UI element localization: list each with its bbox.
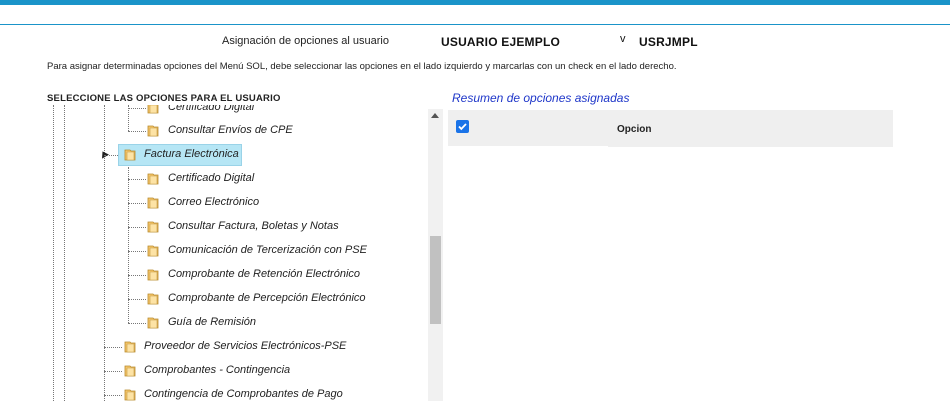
summary-table-header bbox=[448, 110, 893, 147]
tree-node-consultar-factura[interactable]: Consultar Factura, Boletas y Notas bbox=[40, 216, 420, 238]
tree-node-label: Certificado Digital bbox=[168, 105, 255, 113]
tree-connector bbox=[128, 179, 146, 180]
folder-icon bbox=[124, 389, 136, 401]
tree-node-label: Contingencia de Comprobantes de Pago bbox=[144, 388, 343, 400]
select-all-checkbox[interactable] bbox=[456, 120, 469, 133]
tree-node-label: Correo Electrónico bbox=[168, 196, 260, 208]
instructions-text: Para asignar determinadas opciones del M… bbox=[47, 61, 677, 72]
folder-icon bbox=[147, 197, 159, 209]
folder-icon bbox=[124, 365, 136, 377]
tree-node-consultar-envios-cpe[interactable]: Consultar Envíos de CPE bbox=[40, 120, 420, 142]
tree-node-label: Guía de Remisión bbox=[168, 316, 257, 328]
collapse-arrow-icon[interactable] bbox=[99, 149, 109, 159]
folder-icon bbox=[124, 149, 136, 161]
tree-node-label: Proveedor de Servicios Electrónicos-PSE bbox=[144, 340, 347, 352]
tree-node-correo-electronico[interactable]: Correo Electrónico bbox=[40, 192, 420, 214]
tree-connector bbox=[128, 251, 146, 252]
tree-connector bbox=[104, 155, 118, 156]
assign-label: Asignación de opciones al usuario bbox=[222, 35, 389, 47]
tree-node-label: Comprobantes - Contingencia bbox=[144, 364, 291, 376]
folder-icon bbox=[147, 221, 159, 233]
tree-node-proveedor-pse[interactable]: Proveedor de Servicios Electrónicos-PSE bbox=[40, 336, 420, 358]
tree-node-label: Comprobante de Retención Electrónico bbox=[168, 268, 361, 280]
tree-node-certificado-digital[interactable]: Certificado Digital bbox=[40, 168, 420, 190]
tree-connector bbox=[104, 347, 122, 348]
user-code: USRJMPL bbox=[639, 35, 698, 49]
user-name: USUARIO EJEMPLO bbox=[441, 35, 561, 49]
tree-connector bbox=[128, 131, 146, 132]
tree-connector bbox=[128, 203, 146, 204]
tree-node-factura-electronica[interactable]: Factura Electrónica bbox=[40, 144, 420, 166]
folder-icon bbox=[147, 245, 159, 257]
check-icon bbox=[458, 123, 467, 131]
tree-node-label: Comprobante de Percepción Electrónico bbox=[168, 292, 366, 304]
tree-node-guia-remision[interactable]: Guía de Remisión bbox=[40, 312, 420, 334]
tree-node-label: Consultar Envíos de CPE bbox=[168, 124, 293, 136]
tree-node-comprobante-percepcion[interactable]: Comprobante de Percepción Electrónico bbox=[40, 288, 420, 310]
tree-connector bbox=[104, 395, 122, 396]
tree-node-contingencia-pago[interactable]: Contingencia de Comprobantes de Pago bbox=[40, 384, 420, 401]
tree-node-label: Factura Electrónica bbox=[144, 148, 239, 160]
folder-icon bbox=[147, 317, 159, 329]
header-divider bbox=[448, 146, 608, 147]
scroll-up-arrow-icon[interactable] bbox=[431, 113, 439, 118]
folder-icon bbox=[147, 173, 159, 185]
tree-node-comprobante-retencion[interactable]: Comprobante de Retención Electrónico bbox=[40, 264, 420, 286]
folder-icon bbox=[147, 125, 159, 137]
tree-node-comunicacion-pse[interactable]: Comunicación de Tercerización con PSE bbox=[40, 240, 420, 262]
folder-icon bbox=[124, 341, 136, 353]
tree-connector bbox=[128, 299, 146, 300]
user-dropdown-icon[interactable]: v bbox=[620, 33, 626, 45]
tree-scroll-thumb[interactable] bbox=[430, 236, 441, 324]
summary-panel-title: Resumen de opciones asignadas bbox=[452, 91, 630, 105]
folder-icon bbox=[147, 269, 159, 281]
options-tree[interactable]: Certificado Digital Consultar Envíos de … bbox=[40, 105, 443, 401]
tree-connector bbox=[128, 275, 146, 276]
tree-connector bbox=[128, 108, 146, 109]
folder-icon bbox=[147, 293, 159, 305]
tree-node-label: Comunicación de Tercerización con PSE bbox=[168, 244, 367, 256]
folder-icon bbox=[147, 105, 159, 114]
tree-node-label: Consultar Factura, Boletas y Notas bbox=[168, 220, 339, 232]
tree-node-label: Certificado Digital bbox=[168, 172, 255, 184]
top-divider bbox=[0, 24, 950, 25]
top-accent-bar bbox=[0, 0, 950, 5]
tree-connector bbox=[128, 227, 146, 228]
tree-node-comprobantes-contingencia[interactable]: Comprobantes - Contingencia bbox=[40, 360, 420, 382]
column-header-opcion: Opcion bbox=[617, 124, 652, 135]
tree-panel-title: SELECCIONE LAS OPCIONES PARA EL USUARIO bbox=[47, 93, 281, 104]
tree-connector bbox=[104, 371, 122, 372]
tree-connector bbox=[128, 323, 146, 324]
tree-node-certificado-digital-top[interactable]: Certificado Digital bbox=[40, 105, 420, 119]
